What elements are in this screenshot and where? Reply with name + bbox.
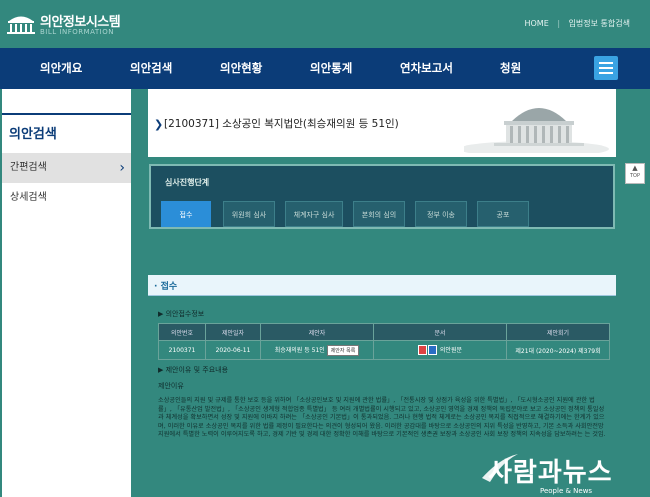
col-proposer: 제안자 xyxy=(260,323,374,341)
watermark-text: 사람과뉴스 xyxy=(488,458,613,488)
main-nav: 의안개요 의안검색 의안현황 의안통계 연차보고서 청원 xyxy=(0,48,650,89)
scroll-top-button[interactable]: ▲ TOP xyxy=(625,163,645,184)
review-stage-box: 심사진행단계 접수 위원회 심사 체계자구 심사 본회의 심의 정부 이송 공포 xyxy=(149,164,615,229)
stage-legal-review: 체계자구 심사 xyxy=(285,201,343,227)
stage-title: 심사진행단계 xyxy=(165,178,210,187)
logo-subtitle: BILL INFORMATION xyxy=(40,28,114,36)
table-header-row: 의안번호 제안일자 제안자 문서 제안회기 xyxy=(158,323,610,341)
watermark-subtext: People & News xyxy=(540,487,593,495)
date-cell: 2020-06-11 xyxy=(205,340,261,360)
home-link[interactable]: HOME xyxy=(524,19,548,28)
nav-overview[interactable]: 의안개요 xyxy=(40,48,82,89)
nav-bill-search[interactable]: 의안검색 xyxy=(130,48,172,89)
news-watermark: 사람과뉴스 People & News xyxy=(480,448,650,497)
col-session: 제안회기 xyxy=(506,323,610,341)
nav-petition[interactable]: 청원 xyxy=(500,48,521,89)
stage-plenary: 본회의 심의 xyxy=(353,201,405,227)
sidebar-header: 의안검색 xyxy=(2,113,131,157)
section-title: · 접수 xyxy=(154,282,178,292)
bill-title: [2100371] 소상공인 복지법안(최승재의원 등 51인) xyxy=(164,118,399,130)
sidebar: 의안검색 간편검색 › 상세검색 xyxy=(2,89,131,497)
bill-no-cell: 2100371 xyxy=(158,340,206,360)
assembly-building-icon xyxy=(7,16,35,34)
arrow-icon: ❯ xyxy=(154,118,164,131)
col-bill-no: 의안번호 xyxy=(158,323,206,341)
pdf-icon[interactable] xyxy=(417,345,427,356)
up-arrow-icon: ▲ xyxy=(632,164,638,172)
main-content: ❯ [2100371] 소상공인 복지법안(최승재의원 등 51인) 심사진행단… xyxy=(148,89,616,497)
table-row: 2100371 2020-06-11 최승재의원 등 51인 제안자 목록 의안… xyxy=(158,340,610,360)
top-header: 의안정보시스템 BILL INFORMATION HOME | 입법정보 통합검… xyxy=(0,0,650,48)
nav-annual-report[interactable]: 연차보고서 xyxy=(400,48,453,89)
hwp-icon[interactable] xyxy=(427,345,437,356)
received-section-header: · 접수 xyxy=(148,275,616,296)
proposer-text: 최승재의원 등 51인 xyxy=(274,346,325,354)
col-document: 문서 xyxy=(373,323,507,341)
link-divider: | xyxy=(557,19,561,28)
nav-bill-stats[interactable]: 의안통계 xyxy=(310,48,352,89)
col-date: 제안일자 xyxy=(205,323,261,341)
stage-committee: 위원회 심사 xyxy=(223,201,275,227)
reason-subheading: ▶ 제안이유 및 주요내용 xyxy=(158,366,229,374)
assembly-building-illustration xyxy=(464,91,614,153)
hamburger-icon[interactable] xyxy=(594,56,618,80)
reason-paragraph: 소상공인들의 지원 및 규제를 통한 보호 등을 위하여 「소상공인보호 및 지… xyxy=(158,397,606,438)
proposer-cell: 최승재의원 등 51인 제안자 목록 xyxy=(260,340,374,360)
site-logo[interactable]: 의안정보시스템 BILL INFORMATION xyxy=(6,8,146,40)
top-label: TOP xyxy=(629,173,640,179)
reason-label: 제안이유 xyxy=(158,382,184,390)
stage-promulgation: 공포 xyxy=(477,201,529,227)
bill-header: ❯ [2100371] 소상공인 복지법안(최승재의원 등 51인) xyxy=(148,89,616,157)
sidebar-title: 의안검색 xyxy=(9,127,57,142)
stage-gov-transfer: 정부 이송 xyxy=(415,201,467,227)
original-doc-link[interactable]: 의안원문 xyxy=(440,347,462,354)
info-subheading: ▶ 의안접수정보 xyxy=(158,310,205,318)
sidebar-item-label: 상세검색 xyxy=(10,192,47,203)
session-cell: 제21대 (2020~2024) 제379회 xyxy=(506,340,610,360)
sidebar-item-simple-search[interactable]: 간편검색 › xyxy=(2,153,131,183)
integrated-search-link[interactable]: 입법정보 통합검색 xyxy=(569,19,630,28)
top-links: HOME | 입법정보 통합검색 xyxy=(524,18,630,29)
proposer-list-button[interactable]: 제안자 목록 xyxy=(326,344,360,356)
document-cell: 의안원문 xyxy=(373,340,507,360)
bill-info-table: 의안번호 제안일자 제안자 문서 제안회기 2100371 2020-06-11… xyxy=(158,323,610,360)
sidebar-item-label: 간편검색 xyxy=(10,162,47,173)
sidebar-item-detail-search[interactable]: 상세검색 xyxy=(2,183,131,213)
stage-received: 접수 xyxy=(161,201,211,227)
nav-bill-status[interactable]: 의안현황 xyxy=(220,48,262,89)
chevron-right-icon: › xyxy=(119,160,125,176)
